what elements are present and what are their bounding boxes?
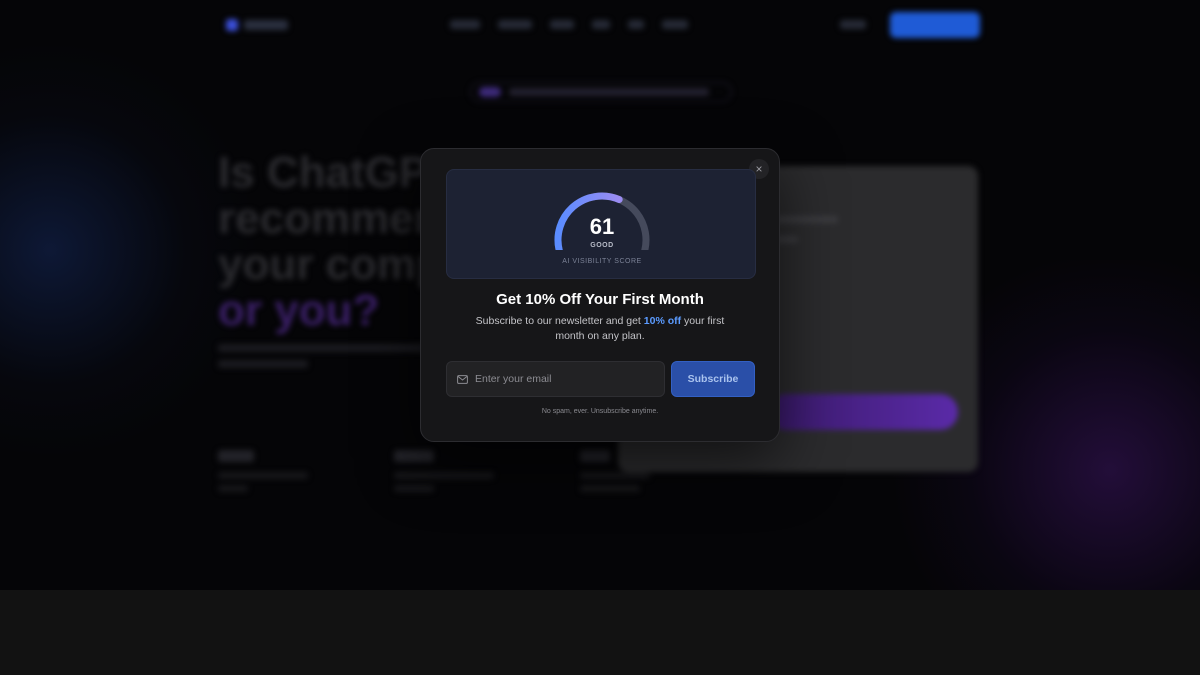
nav-item bbox=[450, 20, 480, 29]
preview-card-button bbox=[768, 394, 958, 430]
nav-item bbox=[498, 20, 532, 29]
pill-badge bbox=[479, 87, 501, 97]
discount-highlight: 10% off bbox=[643, 315, 682, 327]
site-logo bbox=[226, 14, 290, 36]
announcement-pill bbox=[470, 82, 732, 102]
nav-item bbox=[662, 20, 688, 29]
nav-login bbox=[840, 20, 866, 29]
email-input[interactable] bbox=[475, 373, 655, 385]
description-text: Subscribe to our newsletter and get bbox=[475, 315, 644, 327]
score-grade: GOOD bbox=[590, 242, 614, 249]
nav-cta-button bbox=[890, 12, 980, 38]
mail-icon bbox=[457, 374, 468, 384]
no-spam-note: No spam, ever. Unsubscribe anytime. bbox=[541, 408, 659, 415]
email-field[interactable] bbox=[446, 361, 665, 397]
top-nav bbox=[450, 20, 688, 29]
modal-description: Subscribe to our newsletter and get 10% … bbox=[471, 314, 729, 344]
hero-stats bbox=[218, 450, 650, 498]
logo-mark bbox=[226, 19, 238, 31]
nav-item bbox=[628, 20, 644, 29]
stat-block bbox=[218, 450, 308, 498]
score-caption: AI VISIBILITY SCORE bbox=[562, 258, 642, 265]
ai-visibility-score-card: 61 GOOD AI VISIBILITY SCORE bbox=[446, 169, 756, 279]
nav-item bbox=[550, 20, 574, 29]
nav-item bbox=[592, 20, 610, 29]
hero-subtext bbox=[218, 344, 438, 376]
subscribe-button[interactable]: Subscribe bbox=[671, 361, 755, 397]
pill-text bbox=[509, 88, 709, 96]
stat-block bbox=[394, 450, 494, 498]
score-value: 61 bbox=[589, 214, 615, 239]
logo-wordmark bbox=[244, 20, 288, 30]
newsletter-modal: × 61 GOOD AI VISIBILITY SCORE Get 10% Of… bbox=[420, 148, 780, 442]
modal-title: Get 10% Off Your First Month bbox=[496, 291, 704, 308]
